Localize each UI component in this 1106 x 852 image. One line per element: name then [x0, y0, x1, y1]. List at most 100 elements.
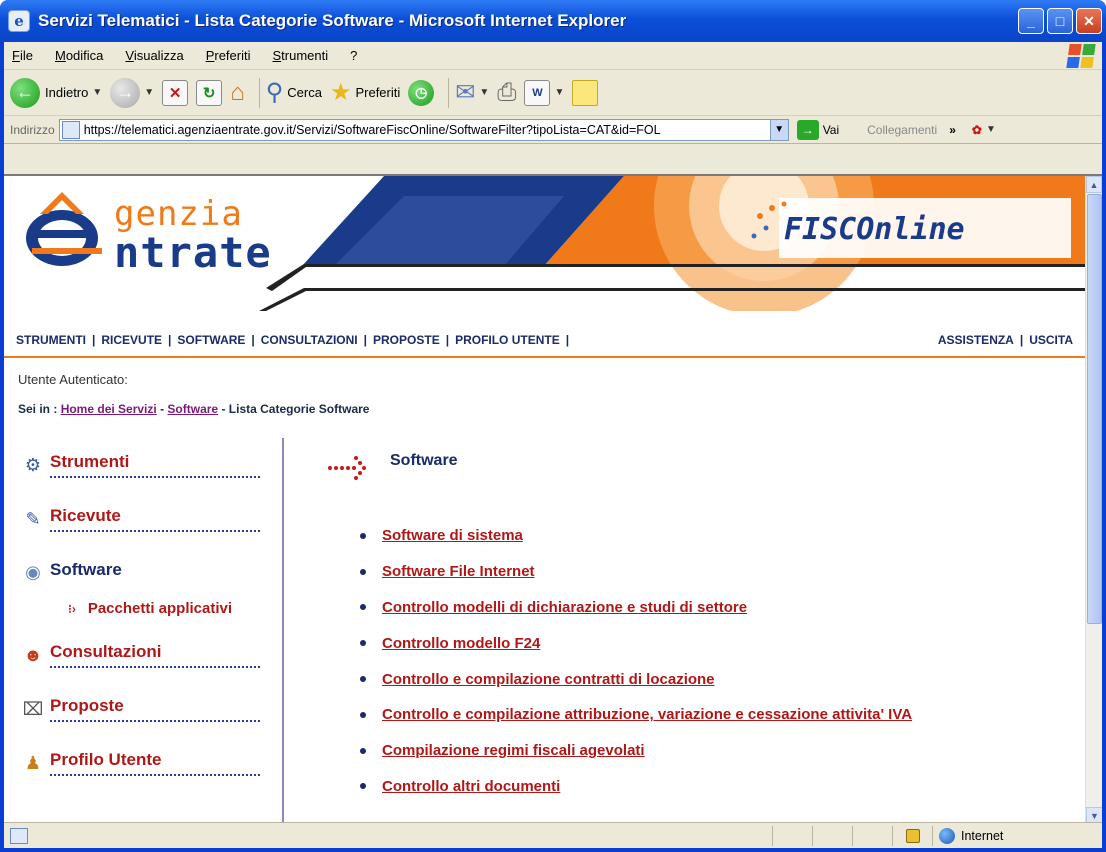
breadcrumb-home[interactable]: Home dei Servizi [61, 402, 157, 416]
list-item: Controllo altri documenti [360, 769, 912, 805]
history-icon: ◷ [408, 79, 435, 106]
mail-dropdown-icon[interactable]: ▼ [479, 87, 489, 98]
go-button[interactable]: → Vai [796, 119, 839, 140]
menu-bar: File Modifica Visualizza Preferiti Strum… [4, 42, 1102, 70]
scroll-thumb[interactable] [1087, 194, 1102, 624]
window-title: Servizi Telematici - Lista Categorie Sof… [38, 11, 627, 30]
sidebar-item-proposte[interactable]: ⌧ Proposte [22, 696, 260, 722]
sidebar-item-strumenti[interactable]: ⚙ Strumenti [22, 452, 260, 478]
stop-icon: ✕ [162, 79, 189, 106]
stop-button[interactable]: ✕ [162, 79, 189, 106]
forward-dropdown-icon[interactable]: ▼ [144, 87, 154, 98]
list-item: Software di sistema [360, 518, 912, 554]
breadcrumb-software[interactable]: Software [167, 402, 218, 416]
menu-help[interactable]: ? [350, 48, 357, 63]
back-arrow-icon: ← [10, 77, 40, 108]
category-link[interactable]: Controllo modello F24 [382, 635, 540, 652]
forward-button[interactable]: → ▼ [110, 77, 154, 108]
messenger-icon[interactable]: ✿ [972, 123, 982, 137]
breadcrumb-current: - Lista Categorie Software [221, 402, 370, 416]
users-icon: ♟ [24, 752, 42, 773]
ie-icon: e [8, 10, 30, 32]
edit-dropdown-icon[interactable]: ▼ [554, 87, 564, 98]
mail-icon: ✉ [455, 78, 476, 106]
nav-ricevute[interactable]: RICEVUTE [101, 333, 162, 347]
address-label: Indirizzo [10, 122, 55, 137]
nav-strumenti[interactable]: STRUMENTI [16, 333, 86, 347]
bullet-icon [360, 747, 366, 754]
category-link[interactable]: Software File Internet [382, 563, 535, 580]
favorites-label: Preferiti [355, 85, 401, 100]
fisconline-logo: FISCOnline [784, 212, 965, 247]
breadcrumb-prefix: Sei in : [18, 402, 58, 416]
search-button[interactable]: ⚲ Cerca [266, 80, 322, 105]
receipt-icon: ✎ [25, 508, 41, 529]
nav-proposte[interactable]: PROPOSTE [373, 333, 440, 347]
history-button[interactable]: ◷ [408, 79, 435, 106]
nav-consultazioni[interactable]: CONSULTAZIONI [261, 333, 358, 347]
favorites-button[interactable]: ★ Preferiti [329, 78, 401, 106]
edit-button[interactable]: W ▼ [524, 79, 564, 106]
category-link[interactable]: Controllo e compilazione attribuzione, v… [382, 706, 912, 723]
back-label: Indietro [45, 85, 89, 100]
chevron-icon[interactable]: » [949, 123, 956, 137]
category-link[interactable]: Controllo altri documenti [382, 778, 560, 795]
maximize-button[interactable]: □ [1047, 8, 1073, 34]
menu-modifica[interactable]: Modifica [55, 48, 103, 63]
site-banner: genzia ntrate FISCOnline [4, 176, 1085, 311]
scroll-up-icon[interactable]: ▲ [1086, 176, 1102, 193]
address-dropdown-icon[interactable]: ▼ [769, 119, 788, 140]
category-link[interactable]: Controllo modelli di dichiarazione e stu… [382, 599, 747, 616]
status-bar: Internet [4, 822, 1102, 848]
sidebar-item-label: Consultazioni [50, 642, 260, 668]
back-dropdown-icon[interactable]: ▼ [92, 87, 102, 98]
nav-assistenza[interactable]: ASSISTENZA [938, 333, 1014, 347]
breadcrumb: Sei in : Home dei Servizi - Software - L… [18, 402, 370, 416]
sidebar-item-ricevute[interactable]: ✎ Ricevute [22, 506, 260, 532]
refresh-button[interactable]: ↻ [196, 79, 223, 106]
sidebar-item-consultazioni[interactable]: ☻ Consultazioni [22, 642, 260, 668]
page-icon [61, 120, 80, 139]
url-text[interactable]: https://telematici.agenziaentrate.gov.it… [84, 123, 770, 137]
sidebar-item-label: Proposte [50, 696, 260, 722]
dotted-arrow-icon [328, 456, 366, 480]
scroll-down-icon[interactable]: ▼ [1086, 807, 1102, 822]
star-icon: ★ [329, 78, 352, 106]
refresh-icon: ↻ [196, 79, 223, 106]
minimize-button[interactable]: _ [1018, 8, 1044, 34]
arrow-bullet-icon: ⁝› [68, 601, 76, 616]
vertical-scrollbar[interactable]: ▲ ▼ [1085, 176, 1102, 822]
close-button[interactable]: ✕ [1076, 8, 1102, 34]
nav-uscita[interactable]: USCITA [1029, 333, 1073, 347]
sidebar-subitem-pacchetti[interactable]: ⁝› Pacchetti applicativi [68, 600, 232, 617]
category-link[interactable]: Software di sistema [382, 527, 523, 544]
title-bar: e Servizi Telematici - Lista Categorie S… [0, 0, 1106, 42]
menu-file[interactable]: File [12, 48, 33, 63]
links-toolbar[interactable]: Collegamenti [867, 123, 937, 137]
menu-visualizza[interactable]: Visualizza [125, 48, 183, 63]
sidebar-item-profilo-utente[interactable]: ♟ Profilo Utente [22, 750, 260, 776]
mail-button[interactable]: ✉ ▼ [455, 78, 489, 106]
nav-software[interactable]: SOFTWARE [177, 333, 245, 347]
nav-profilo-utente[interactable]: PROFILO UTENTE [455, 333, 560, 347]
toolbar-separator [258, 77, 260, 108]
sidebar-item-software[interactable]: ◉ Software [22, 560, 260, 584]
section-title: Software [390, 452, 458, 469]
menu-preferiti[interactable]: Preferiti [206, 48, 251, 63]
address-input[interactable]: https://telematici.agenziaentrate.gov.it… [58, 118, 789, 141]
menu-strumenti[interactable]: Strumenti [272, 48, 328, 63]
category-link[interactable]: Controllo e compilazione contratti di lo… [382, 671, 715, 688]
top-nav: STRUMENTI | RICEVUTE | SOFTWARE | CONSULTAZ… [4, 324, 1085, 358]
browser-chrome: File Modifica Visualizza Preferiti Strum… [4, 42, 1102, 848]
list-item: Controllo modello F24 [360, 625, 912, 661]
print-button[interactable]: ⎙ [497, 78, 517, 106]
proposal-icon: ⌧ [22, 698, 44, 719]
messenger-dropdown-icon[interactable]: ▼ [986, 124, 996, 135]
zone-label: Internet [961, 828, 1004, 843]
home-button[interactable]: ⌂ [230, 80, 245, 105]
back-button[interactable]: ← Indietro ▼ [10, 77, 102, 108]
category-link[interactable]: Compilazione regimi fiscali agevolati [382, 742, 645, 759]
list-item: Controllo e compilazione contratti di lo… [360, 661, 912, 697]
discuss-button[interactable] [572, 79, 599, 106]
printer-icon: ⎙ [497, 78, 517, 106]
